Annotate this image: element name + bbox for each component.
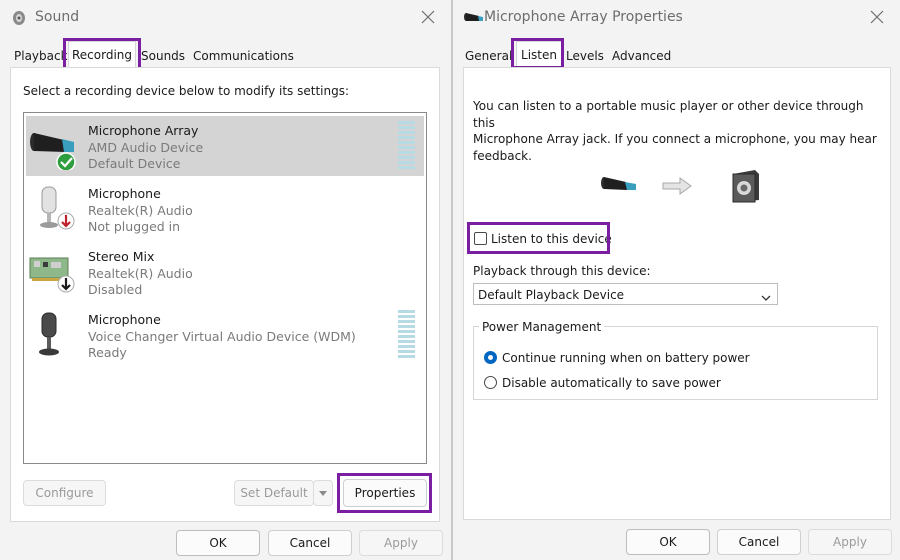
tab-general[interactable]: General [462, 46, 515, 66]
arrow-right-icon [662, 177, 692, 198]
properties-title-bar: Microphone Array Properties [453, 0, 900, 36]
properties-button[interactable]: Properties [343, 479, 427, 507]
tab-communications[interactable]: Communications [190, 46, 297, 66]
continue-running-radio[interactable] [484, 351, 497, 364]
listen-description: You can listen to a portable music playe… [473, 99, 877, 163]
listen-to-device-checkbox[interactable] [474, 232, 487, 245]
tab-levels[interactable]: Levels [563, 46, 607, 66]
device-name: Microphone Array [88, 123, 199, 138]
device-status: Default Device [88, 156, 181, 171]
apply-button[interactable]: Apply [359, 530, 443, 556]
device-status: Not plugged in [88, 219, 181, 234]
ok-button[interactable]: OK [176, 530, 260, 556]
properties-window: Microphone Array Properties General List… [453, 0, 900, 560]
speaker-icon [10, 9, 28, 27]
level-meter [398, 121, 415, 171]
set-default-button[interactable]: Set Default [234, 480, 314, 506]
sound-window: Sound Playback Recording Sounds Communic… [0, 0, 451, 560]
tab-advanced[interactable]: Advanced [609, 46, 674, 66]
playback-through-label: Playback through this device: [473, 264, 651, 278]
sound-close-button[interactable] [415, 4, 443, 32]
playback-device-select[interactable]: Default Playback Device [473, 283, 778, 305]
speaker-icon [729, 168, 763, 207]
apply-button[interactable]: Apply [808, 529, 892, 555]
tab-listen[interactable]: Listen [516, 41, 562, 68]
device-status: Disabled [88, 282, 143, 297]
disable-automatically-radio[interactable] [484, 376, 497, 389]
sound-title-bar: Sound [0, 0, 451, 36]
level-meter [398, 310, 415, 360]
device-name: Microphone [88, 186, 161, 201]
cancel-button[interactable]: Cancel [717, 529, 801, 555]
recording-instruction: Select a recording device below to modif… [23, 84, 350, 98]
power-management-heading: Power Management [479, 320, 605, 334]
webcam-microphone-icon [600, 174, 640, 199]
device-driver: Voice Changer Virtual Audio Device (WDM) [88, 329, 356, 344]
microphone-icon [28, 183, 78, 233]
properties-close-button[interactable] [864, 4, 892, 32]
device-stereo-mix[interactable]: Stereo Mix Realtek(R) Audio Disabled [26, 242, 424, 302]
sound-tabs: Playback Recording Sounds Communications [0, 41, 451, 68]
configure-button[interactable]: Configure [23, 480, 106, 506]
device-status: Ready [88, 345, 127, 360]
triangle-down-icon [319, 491, 327, 496]
properties-tabs: General Listen Levels Advanced [453, 41, 900, 68]
close-icon [421, 10, 435, 24]
close-icon [870, 10, 884, 24]
device-name: Microphone [88, 312, 161, 327]
desk-microphone-icon [28, 309, 78, 359]
disable-automatically-label: Disable automatically to save power [502, 376, 721, 390]
cancel-button[interactable]: Cancel [268, 530, 352, 556]
listen-to-device-label: Listen to this device [491, 232, 612, 246]
webcam-icon [463, 9, 485, 27]
tab-playback[interactable]: Playback [11, 46, 71, 66]
device-microphone-realtek[interactable]: Microphone Realtek(R) Audio Not plugged … [26, 179, 424, 239]
properties-window-title: Microphone Array Properties [484, 9, 683, 25]
tab-sounds[interactable]: Sounds [138, 46, 188, 66]
device-name: Stereo Mix [88, 249, 155, 264]
ok-button[interactable]: OK [626, 529, 710, 555]
tab-recording[interactable]: Recording [68, 41, 136, 68]
device-driver: Realtek(R) Audio [88, 266, 193, 281]
sound-window-title: Sound [35, 9, 80, 25]
device-microphone-voice-changer[interactable]: Microphone Voice Changer Virtual Audio D… [26, 305, 424, 365]
device-driver: AMD Audio Device [88, 140, 204, 155]
recording-device-list[interactable]: Microphone Array AMD Audio Device Defaul… [23, 112, 427, 464]
set-default-dropdown-button[interactable] [313, 480, 333, 506]
chevron-down-icon [761, 291, 771, 305]
webcam-microphone-icon [28, 120, 78, 172]
device-driver: Realtek(R) Audio [88, 203, 193, 218]
continue-running-label: Continue running when on battery power [502, 351, 750, 365]
playback-device-value: Default Playback Device [478, 288, 625, 302]
sound-card-icon [28, 246, 78, 296]
device-microphone-array[interactable]: Microphone Array AMD Audio Device Defaul… [26, 116, 424, 176]
